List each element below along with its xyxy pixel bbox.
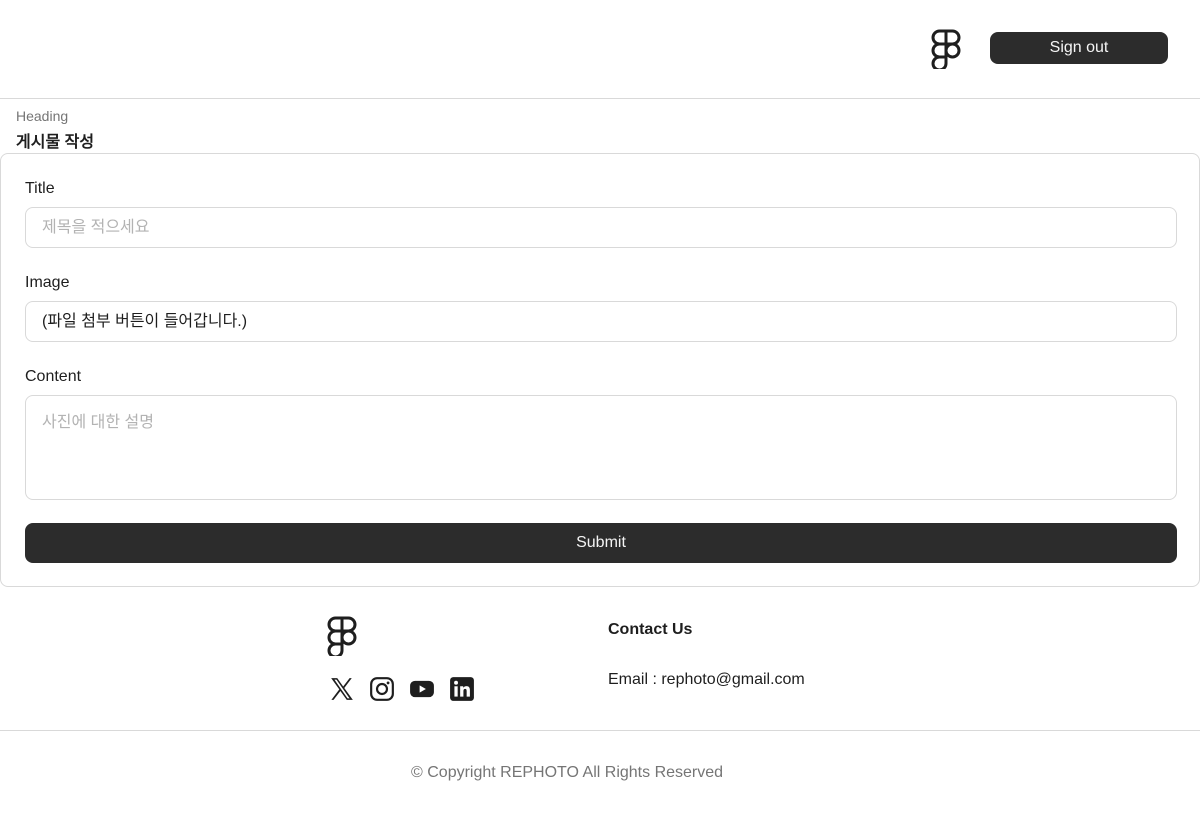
- figma-logo-icon[interactable]: [931, 29, 961, 69]
- x-twitter-icon[interactable]: [329, 676, 355, 702]
- image-label: Image: [25, 274, 70, 291]
- heading-caption: Heading: [16, 108, 69, 124]
- contact-title: Contact Us: [608, 621, 693, 638]
- title-input[interactable]: [25, 207, 1177, 248]
- page-title: 게시물 작성: [16, 134, 95, 151]
- contact-email: Email : rephoto@gmail.com: [608, 671, 805, 688]
- content-textarea[interactable]: [25, 395, 1177, 500]
- title-label: Title: [25, 180, 55, 197]
- content-label: Content: [25, 368, 82, 385]
- submit-button[interactable]: Submit: [25, 523, 1177, 563]
- sign-out-button[interactable]: Sign out: [990, 32, 1168, 64]
- post-form: Title Image (파일 첨부 버튼이 들어갑니다.) Content S…: [0, 153, 1200, 587]
- instagram-icon[interactable]: [369, 676, 395, 702]
- footer: Contact Us Email : rephoto@gmail.com: [0, 587, 1200, 731]
- figma-logo-icon[interactable]: [327, 616, 357, 656]
- youtube-icon[interactable]: [409, 676, 435, 702]
- image-upload-field[interactable]: (파일 첨부 버튼이 들어갑니다.): [25, 301, 1177, 342]
- linkedin-icon[interactable]: [449, 676, 475, 702]
- header: Sign out: [0, 0, 1200, 99]
- copyright-text: © Copyright REPHOTO All Rights Reserved: [411, 764, 724, 781]
